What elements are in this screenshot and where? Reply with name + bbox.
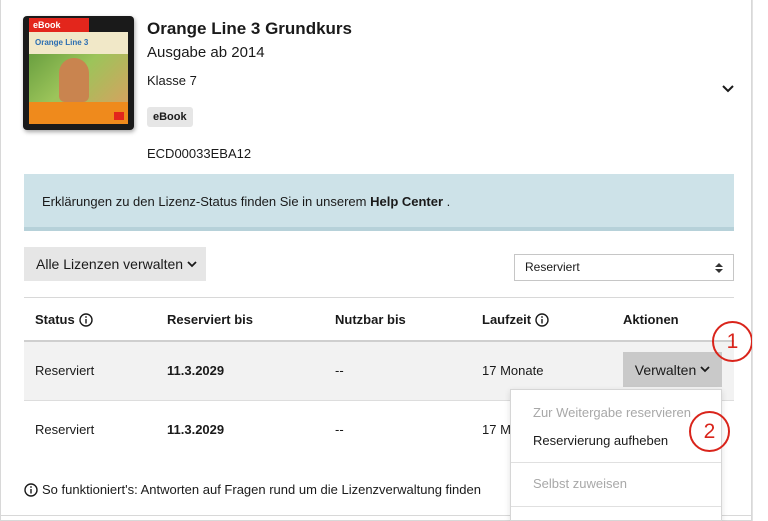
row-reserved-until: 11.3.2029 — [167, 422, 225, 437]
product-edition: Ausgabe ab 2014 — [147, 44, 265, 61]
page-scroll-edge — [752, 0, 768, 521]
menu-item-assign-self[interactable]: Selbst zuweisen — [511, 470, 721, 498]
cover-artwork: Orange Line 3 — [29, 32, 128, 124]
row-reserved-until: 11.3.2029 — [167, 363, 225, 378]
info-banner-suffix: . — [443, 194, 451, 209]
row-usable-until: -- — [335, 422, 344, 437]
status-filter-select[interactable]: Reserviert — [514, 254, 734, 281]
header-duration-label: Laufzeit — [482, 312, 532, 327]
header-usable-until: Nutzbar bis — [335, 312, 406, 327]
manage-license-button[interactable]: Verwalten — [623, 352, 722, 387]
row-duration: 17 Monate — [482, 363, 544, 378]
status-filter-value: Reserviert — [525, 260, 580, 274]
manage-actions-menu: Zur Weitergabe reservieren Reservierung … — [510, 389, 722, 521]
info-circle-icon[interactable] — [535, 312, 549, 327]
callout-marker-1: 1 — [712, 321, 753, 362]
menu-separator — [511, 506, 721, 507]
header-reserved-until: Reserviert bis — [167, 312, 253, 327]
menu-separator — [511, 462, 721, 463]
manage-license-label: Verwalten — [634, 361, 697, 378]
help-center-link[interactable]: Help Center — [370, 194, 443, 209]
publisher-logo — [114, 112, 124, 120]
info-banner: Erklärungen zu den Lizenz-Status finden … — [24, 174, 734, 231]
table-top-divider — [24, 297, 734, 298]
ebook-cover-image: eBook Orange Line 3 — [23, 16, 134, 130]
row-status: Reserviert — [35, 422, 95, 437]
expand-chevron-icon[interactable] — [720, 83, 736, 95]
row-status: Reserviert — [35, 363, 95, 378]
info-banner-text: Erklärungen zu den Lizenz-Status finden … — [42, 194, 450, 209]
info-circle-icon — [24, 482, 38, 497]
product-class: Klasse 7 — [147, 73, 197, 88]
manage-all-licenses-button[interactable]: Alle Lizenzen verwalten — [24, 247, 206, 281]
cover-ebook-tag: eBook — [29, 18, 89, 32]
product-title: Orange Line 3 Grundkurs — [147, 19, 352, 38]
header-actions: Aktionen — [623, 312, 679, 327]
footer-help-note: So funktioniert's: Antworten auf Fragen … — [24, 482, 510, 497]
row-duration: 17 M — [482, 422, 511, 437]
header-status-label: Status — [35, 312, 75, 327]
manage-all-licenses-label: Alle Lizenzen verwalten — [36, 256, 184, 272]
chevron-down-icon — [187, 260, 197, 267]
header-status: Status — [35, 312, 93, 327]
chevron-down-icon — [700, 366, 710, 373]
footer-help-text: So funktioniert's: Antworten auf Fragen … — [42, 482, 481, 497]
info-banner-message: Erklärungen zu den Lizenz-Status finden … — [42, 194, 371, 209]
row-usable-until: -- — [335, 363, 344, 378]
license-card: eBook Orange Line 3 Orange Line 3 Grundk… — [0, 0, 753, 521]
callout-marker-2: 2 — [689, 411, 730, 452]
cover-title: Orange Line 3 — [35, 38, 89, 47]
select-arrows-icon — [715, 263, 723, 273]
cover-person — [59, 58, 89, 102]
info-circle-icon[interactable] — [79, 312, 93, 327]
product-code: ECD00033EBA12 — [147, 146, 252, 161]
header-duration: Laufzeit — [482, 312, 549, 327]
product-type-badge: eBook — [147, 107, 193, 127]
